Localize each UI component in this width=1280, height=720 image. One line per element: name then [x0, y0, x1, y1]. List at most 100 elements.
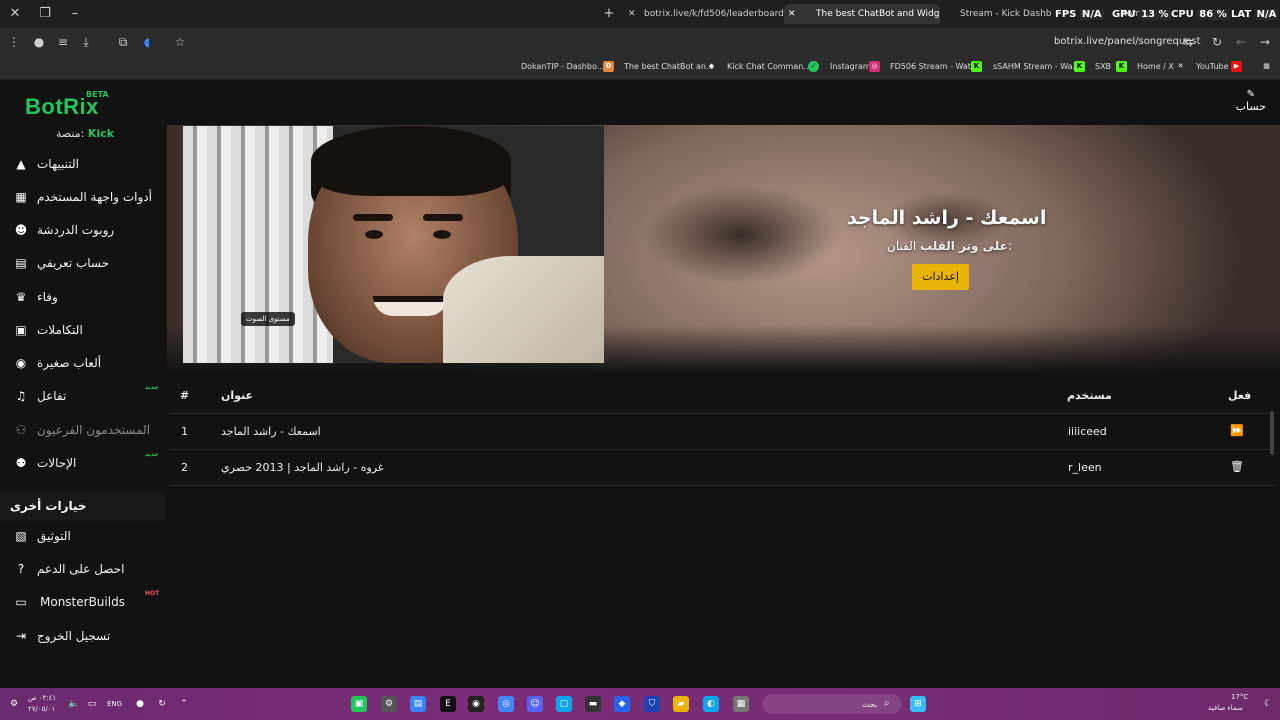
windows-taskbar: ⚙ ٠٣:٤١ ص ٢٧/٠٥/٠١ 🔈 ▭ ENG ● ↻ ⌃ ▣ ⚙ ▤ E…	[0, 688, 1280, 720]
sidebar-item-monsterbuilds[interactable]: ▭ MonsterBuilds HOT	[0, 589, 165, 617]
kick-logo-icon: K	[971, 61, 982, 72]
sidebar-item-logout[interactable]: ⇥ تسجيل الخروج	[0, 623, 165, 651]
sync-icon[interactable]: ↻	[154, 696, 170, 712]
tab-chatbot[interactable]: ✕ The best ChatBot and Widg	[784, 4, 940, 24]
profile-icon[interactable]: ●	[31, 34, 47, 50]
minimize-window-icon[interactable]: –	[66, 5, 84, 23]
forward-icon[interactable]: ←	[1233, 34, 1249, 50]
start-icon[interactable]: ⊞	[910, 696, 926, 712]
network-icon[interactable]: ▭	[84, 696, 100, 712]
sidebar-item-interaction[interactable]: ♫ تفاعل جديد	[0, 383, 165, 411]
tab-kick-dashboard[interactable]: Stream - Kick Dashboard	[940, 4, 1052, 24]
skip-icon[interactable]: ⏩	[1230, 424, 1244, 438]
close-window-icon[interactable]: ✕	[6, 5, 24, 23]
discord-icon[interactable]: ☺	[527, 696, 543, 712]
tab-close-icon[interactable]: ✕	[788, 4, 796, 24]
bookmark-kick-commands[interactable]: Kick Chat Comman...	[727, 62, 811, 71]
bookmark-sxb[interactable]: SXB	[1095, 62, 1111, 71]
reload-icon[interactable]: ↻	[1209, 34, 1225, 50]
taskbar-date: ٢٧/٠٥/٠١	[28, 705, 56, 713]
sidebar-item-chatbot[interactable]: ☻ روبوت الدردشة	[0, 217, 165, 245]
sidebar-item-support[interactable]: ? احصل على الدعم	[0, 556, 165, 584]
new-badge: جديد	[145, 384, 159, 391]
browser-tab-bar: ✕ ❐ – + ✕ botrix.live/k/fd506/leaderboar…	[0, 0, 1280, 28]
sidebar-item-minigames[interactable]: ◉ ألعاب صغيرة	[0, 350, 165, 378]
read-aloud-icon[interactable]: ◖	[139, 34, 155, 50]
site-settings-icon[interactable]: ⇆	[1180, 34, 1196, 50]
table-row: 2 غروه - راشد الماجد | 2013 حصري r_leen …	[170, 450, 1275, 486]
download-icon[interactable]: ⤓	[78, 34, 94, 50]
language-indicator[interactable]: ENG	[107, 700, 122, 708]
mic-icon[interactable]: ●	[132, 696, 148, 712]
referrals-icon: ⚉	[15, 456, 27, 470]
warning-icon: ▲	[16, 157, 26, 171]
scrollbar[interactable]	[1270, 411, 1274, 455]
back-icon[interactable]: →	[1257, 34, 1273, 50]
search-icon: ⌕	[884, 698, 890, 709]
edit-icon: ✎	[1246, 89, 1256, 100]
sidebar-item-alerts[interactable]: ▲ التنبيهات	[0, 151, 165, 179]
store-icon[interactable]: ▤	[410, 696, 426, 712]
weather-icon[interactable]: ☾	[1260, 696, 1276, 712]
url-field[interactable]: botrix.live/panel/songrequest	[1054, 36, 1201, 47]
tab-search-icon[interactable]: ≡	[55, 34, 71, 50]
bookmark-fd506[interactable]: FD506 Stream - Wat...	[890, 62, 979, 71]
bookmark-dokantip[interactable]: DokanTIP - Dashbo...	[521, 62, 604, 71]
trophy-icon: ♛	[15, 290, 27, 304]
menu-dots-icon[interactable]: ⋮	[6, 34, 22, 50]
bookmark-youtube[interactable]: YouTube	[1196, 62, 1229, 71]
chrome-icon[interactable]: ◎	[498, 696, 514, 712]
bookmark-home-x[interactable]: Home / X	[1137, 62, 1174, 71]
sidebar-item-referrals[interactable]: ⚉ الإحالات جديد	[0, 450, 165, 478]
new-badge: جديد	[145, 451, 159, 458]
app-window-icon[interactable]: ▢	[556, 696, 572, 712]
defender-icon[interactable]: ⛉	[644, 696, 660, 712]
cpu-readout: CPU 86 %	[1171, 9, 1229, 20]
tab-close-icon[interactable]: ✕	[628, 4, 636, 24]
new-tab-icon[interactable]: +	[600, 5, 618, 23]
platform-indicator: منصة: Kick	[56, 127, 115, 140]
logout-icon: ⇥	[15, 629, 27, 643]
account-menu[interactable]: ✎ حساب	[1236, 89, 1266, 113]
widgets-icon: ▦	[15, 190, 27, 204]
terminal-icon[interactable]: ▬	[585, 696, 601, 712]
weather-temp: 17°C	[1231, 693, 1249, 701]
settings-icon[interactable]: ⚙	[6, 696, 22, 712]
shield-icon[interactable]: ◆	[614, 696, 630, 712]
robot-icon: ☻	[14, 223, 28, 237]
chevron-up-icon[interactable]: ⌃	[176, 696, 192, 712]
apps-grid-icon[interactable]: ▦	[1261, 61, 1272, 72]
tab-leaderboard[interactable]: ✕ botrix.live/k/fd506/leaderboard	[624, 4, 784, 24]
youtube-icon: ▶	[1231, 61, 1242, 72]
taskbar-search[interactable]: بحث ⌕	[762, 694, 902, 714]
folder-icon[interactable]: ▰	[673, 696, 689, 712]
settings-button[interactable]: إعدادات	[912, 264, 969, 290]
instagram-icon: ◎	[869, 61, 880, 72]
botrix-icon: ◆	[708, 62, 715, 70]
bookmark-ssahm[interactable]: sSAHM Stream - Wa...	[993, 62, 1080, 71]
sidebar-item-widgets[interactable]: ▦ أدوات واجهة المستخدم	[0, 184, 165, 212]
restore-window-icon[interactable]: ❐	[36, 5, 54, 23]
task-view-icon[interactable]: ▦	[733, 696, 749, 712]
bookmark-chatbot[interactable]: The best ChatBot an...	[624, 62, 714, 71]
trash-icon[interactable]: 🗑	[1230, 460, 1244, 474]
sidebar-item-profile[interactable]: ▤ حساب تعريفي	[0, 250, 165, 278]
bookmark-instagram[interactable]: Instagram	[830, 62, 871, 71]
sidebar-item-docs[interactable]: ▧ التوثيق	[0, 523, 165, 551]
volume-icon[interactable]: 🔈	[66, 696, 82, 712]
gear-app-icon[interactable]: ⚙	[381, 696, 397, 712]
app-icon[interactable]: ▣	[351, 696, 367, 712]
favorite-star-icon[interactable]: ☆	[172, 34, 188, 50]
album-cover[interactable]: مستوى الصوت	[183, 126, 604, 363]
obs-icon[interactable]: ◉	[468, 696, 484, 712]
volume-tooltip: مستوى الصوت	[241, 312, 295, 326]
lat-readout: LAT N/A	[1231, 9, 1279, 20]
edge-icon[interactable]: ◐	[703, 696, 719, 712]
extensions-icon[interactable]: ⧉	[115, 34, 131, 50]
sidebar-item-integrations[interactable]: ▣ التكاملات	[0, 317, 165, 345]
integrations-icon: ▣	[15, 323, 27, 337]
sidebar-item-subusers[interactable]: ⚇ المستخدمون الفرعيون	[0, 417, 165, 445]
sidebar-item-loyalty[interactable]: ♛ وفاء	[0, 284, 165, 312]
epic-games-icon[interactable]: E	[440, 696, 456, 712]
header-title: عنوان	[221, 389, 254, 402]
